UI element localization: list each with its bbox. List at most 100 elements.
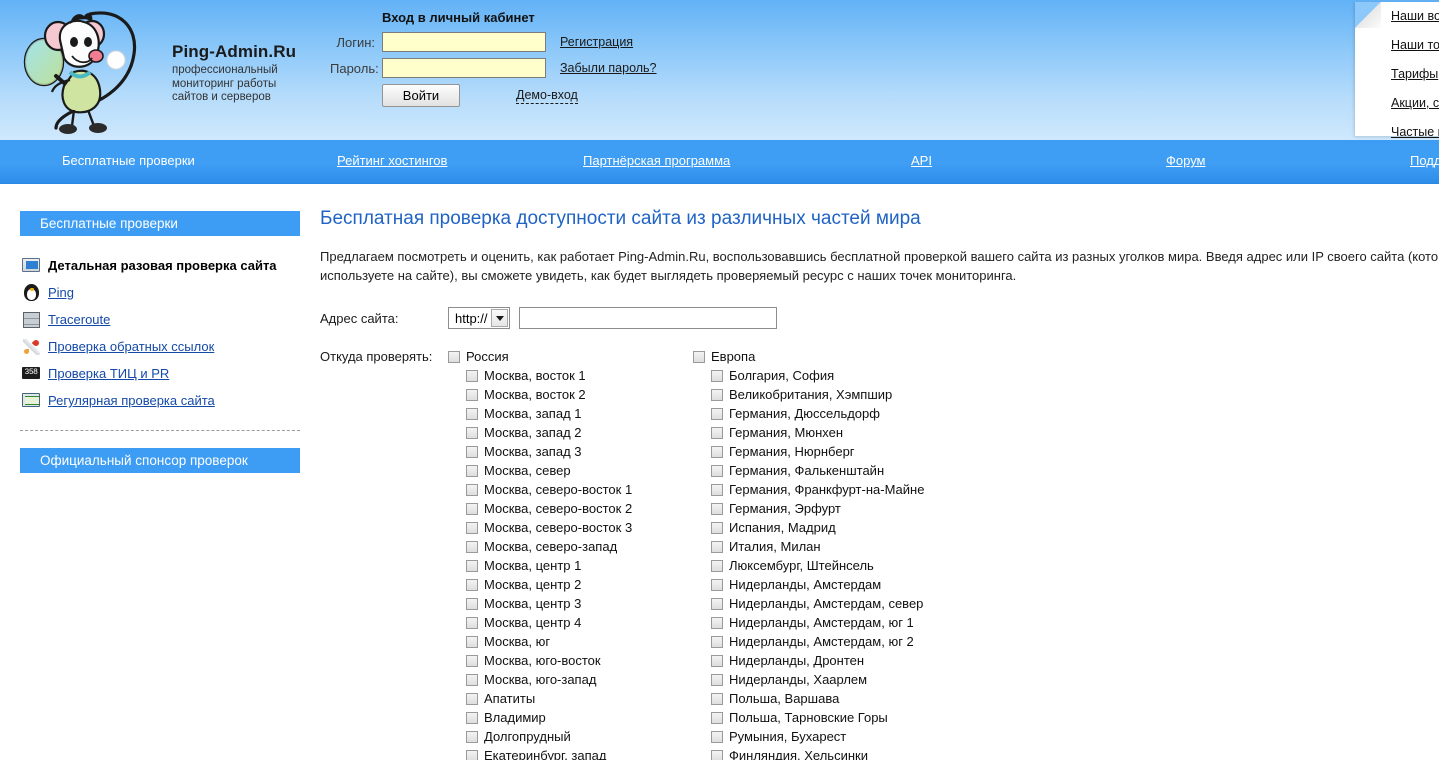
location-item[interactable]: Москва, север — [448, 461, 693, 480]
location-item[interactable]: Москва, запад 2 — [448, 423, 693, 442]
location-checkbox[interactable] — [711, 674, 723, 686]
location-item[interactable]: Москва, центр 1 — [448, 556, 693, 575]
location-item[interactable]: Москва, восток 1 — [448, 366, 693, 385]
location-item[interactable]: Москва, северо-восток 2 — [448, 499, 693, 518]
sidebar-item-ping[interactable]: Ping — [20, 279, 300, 306]
sidebar-item-traceroute[interactable]: Traceroute — [20, 306, 300, 333]
location-checkbox[interactable] — [466, 427, 478, 439]
location-checkbox[interactable] — [466, 370, 478, 382]
location-item[interactable]: Германия, Фалькенштайн — [693, 461, 938, 480]
sidebar-item-backlinks[interactable]: Проверка обратных ссылок — [20, 333, 300, 360]
site-address-input[interactable] — [519, 307, 777, 329]
sidebar-item-label[interactable]: Регулярная проверка сайта — [48, 393, 215, 408]
location-item[interactable]: Болгария, София — [693, 366, 938, 385]
location-item[interactable]: Румыния, Бухарест — [693, 727, 938, 746]
location-item[interactable]: Польша, Варшава — [693, 689, 938, 708]
info-menu-item-faq[interactable]: Частые вопросы — [1391, 125, 1439, 139]
location-item[interactable]: Москва, юго-запад — [448, 670, 693, 689]
logo-block[interactable]: Ping-Admin.Ru профессиональный мониторин… — [12, 2, 312, 138]
location-checkbox[interactable] — [466, 655, 478, 667]
location-item[interactable]: Москва, центр 4 — [448, 613, 693, 632]
nav-item-support[interactable]: Поддержка — [1410, 153, 1439, 168]
group-europe[interactable]: Европа — [693, 347, 938, 366]
location-checkbox[interactable] — [711, 370, 723, 382]
info-menu-item-promos[interactable]: Акции, скидки — [1391, 96, 1439, 110]
forgot-password-link[interactable]: Забыли пароль? — [560, 61, 657, 75]
location-checkbox[interactable] — [711, 617, 723, 629]
location-checkbox[interactable] — [711, 389, 723, 401]
sidebar-item-label[interactable]: Traceroute — [48, 312, 110, 327]
location-checkbox[interactable] — [711, 731, 723, 743]
nav-item-api[interactable]: API — [911, 153, 932, 168]
location-item[interactable]: Москва, запад 1 — [448, 404, 693, 423]
location-checkbox[interactable] — [711, 693, 723, 705]
location-checkbox[interactable] — [711, 427, 723, 439]
location-item[interactable]: Екатеринбург, запад — [448, 746, 693, 760]
location-checkbox[interactable] — [711, 750, 723, 760]
location-checkbox[interactable] — [466, 446, 478, 458]
location-checkbox[interactable] — [466, 389, 478, 401]
group-checkbox[interactable] — [693, 351, 705, 363]
chevron-down-icon[interactable] — [491, 309, 508, 327]
location-checkbox[interactable] — [711, 465, 723, 477]
location-checkbox[interactable] — [466, 465, 478, 477]
info-menu-item-features[interactable]: Наши возможности — [1391, 9, 1439, 23]
location-checkbox[interactable] — [711, 541, 723, 553]
location-checkbox[interactable] — [466, 693, 478, 705]
location-item[interactable]: Москва, восток 2 — [448, 385, 693, 404]
location-checkbox[interactable] — [711, 408, 723, 420]
location-item[interactable]: Люксембург, Штейнсель — [693, 556, 938, 575]
info-menu-item-nodes[interactable]: Наши точки мониторинга — [1391, 38, 1439, 52]
location-item[interactable]: Нидерланды, Дронтен — [693, 651, 938, 670]
location-item[interactable]: Финляндия, Хельсинки — [693, 746, 938, 760]
sidebar-item-regular-check[interactable]: Регулярная проверка сайта — [20, 387, 300, 414]
location-checkbox[interactable] — [466, 408, 478, 420]
location-item[interactable]: Нидерланды, Амстердам, юг 2 — [693, 632, 938, 651]
password-input[interactable] — [382, 58, 546, 78]
demo-login-link[interactable]: Демо-вход — [516, 88, 578, 104]
location-checkbox[interactable] — [466, 503, 478, 515]
location-item[interactable]: Германия, Нюрнберг — [693, 442, 938, 461]
location-checkbox[interactable] — [466, 598, 478, 610]
location-checkbox[interactable] — [466, 750, 478, 760]
nav-item-free-checks[interactable]: Бесплатные проверки — [62, 153, 195, 168]
location-checkbox[interactable] — [466, 484, 478, 496]
location-item[interactable]: Владимир — [448, 708, 693, 727]
location-checkbox[interactable] — [466, 712, 478, 724]
register-link[interactable]: Регистрация — [560, 35, 633, 49]
sidebar-item-label[interactable]: Проверка обратных ссылок — [48, 339, 214, 354]
location-item[interactable]: Германия, Дюссельдорф — [693, 404, 938, 423]
login-submit-button[interactable]: Войти — [382, 84, 460, 107]
location-item[interactable]: Москва, центр 2 — [448, 575, 693, 594]
location-item[interactable]: Апатиты — [448, 689, 693, 708]
nav-item-forum[interactable]: Форум — [1166, 153, 1206, 168]
location-checkbox[interactable] — [466, 674, 478, 686]
location-item[interactable]: Долгопрудный — [448, 727, 693, 746]
group-checkbox[interactable] — [448, 351, 460, 363]
location-item[interactable]: Москва, северо-восток 1 — [448, 480, 693, 499]
location-checkbox[interactable] — [711, 655, 723, 667]
location-checkbox[interactable] — [711, 560, 723, 572]
location-checkbox[interactable] — [711, 598, 723, 610]
location-checkbox[interactable] — [711, 522, 723, 534]
location-checkbox[interactable] — [711, 503, 723, 515]
location-checkbox[interactable] — [466, 579, 478, 591]
nav-item-partner-program[interactable]: Партнёрская программа — [583, 153, 730, 168]
location-item[interactable]: Германия, Мюнхен — [693, 423, 938, 442]
location-item[interactable]: Москва, северо-запад — [448, 537, 693, 556]
location-item[interactable]: Нидерланды, Амстердам, юг 1 — [693, 613, 938, 632]
location-item[interactable]: Нидерланды, Амстердам, север — [693, 594, 938, 613]
location-item[interactable]: Польша, Тарновские Горы — [693, 708, 938, 727]
location-item[interactable]: Москва, юго-восток — [448, 651, 693, 670]
location-checkbox[interactable] — [711, 712, 723, 724]
location-checkbox[interactable] — [466, 541, 478, 553]
group-russia[interactable]: Россия — [448, 347, 693, 366]
location-item[interactable]: Москва, запад 3 — [448, 442, 693, 461]
sidebar-item-detailed-check[interactable]: Детальная разовая проверка сайта — [20, 252, 300, 279]
sidebar-item-label[interactable]: Проверка ТИЦ и PR — [48, 366, 169, 381]
location-checkbox[interactable] — [711, 484, 723, 496]
location-checkbox[interactable] — [711, 579, 723, 591]
location-item[interactable]: Нидерланды, Хаарлем — [693, 670, 938, 689]
location-checkbox[interactable] — [466, 731, 478, 743]
location-checkbox[interactable] — [711, 636, 723, 648]
